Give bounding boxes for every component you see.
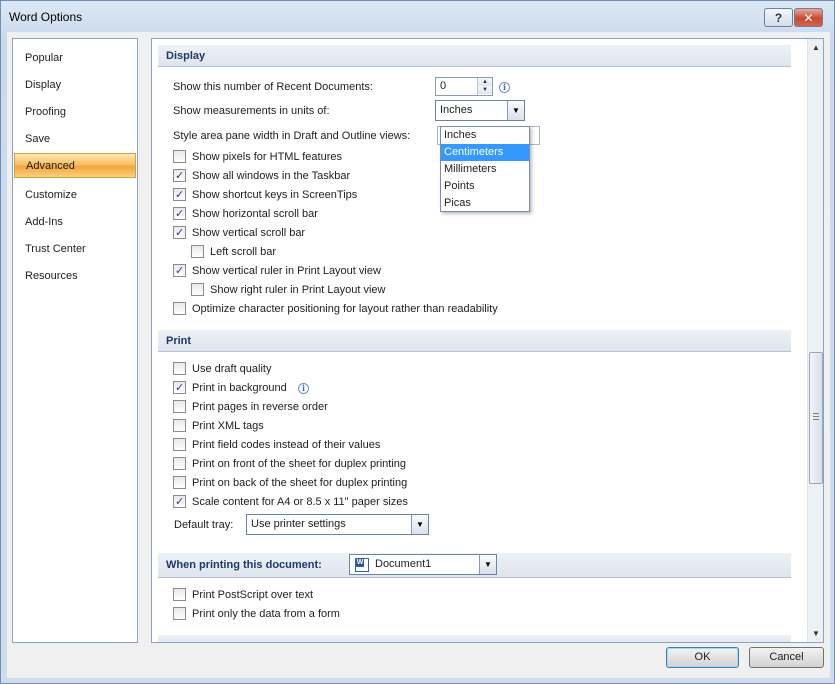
checkbox[interactable] (173, 379, 186, 397)
window-title: Word Options (9, 10, 83, 24)
close-button[interactable]: ✕ (794, 8, 823, 27)
title-bar: Word Options ? ✕ (1, 1, 834, 31)
recent-docs-spinner[interactable]: 0 ▲ ▼ (435, 77, 493, 96)
default-tray-select[interactable]: Use printer settings ▼ (246, 514, 429, 535)
info-icon: i (298, 383, 309, 394)
units-option-centimeters[interactable]: Centimeters (441, 144, 529, 161)
ok-button[interactable]: OK (666, 647, 739, 668)
nav-item-display[interactable]: Display (14, 73, 136, 98)
nav-item-add-ins[interactable]: Add-Ins (14, 210, 136, 235)
checkbox[interactable] (191, 283, 204, 296)
checkbox-label: Print in background (192, 382, 287, 394)
checkbox-label: Print on back of the sheet for duplex pr… (192, 477, 408, 489)
chevron-down-icon[interactable]: ▼ (479, 555, 496, 574)
default-tray-label: Default tray: (174, 519, 234, 531)
checkbox-label: Print field codes instead of their value… (192, 439, 381, 451)
checkbox[interactable] (173, 224, 186, 242)
checkbox[interactable] (173, 400, 186, 413)
nav-item-proofing[interactable]: Proofing (14, 100, 136, 125)
checkbox[interactable] (173, 150, 186, 163)
units-select[interactable]: Inches ▼ (435, 100, 525, 121)
word-document-icon (355, 558, 369, 572)
checkbox-label: Print XML tags (192, 420, 264, 432)
recent-docs-value: 0 (440, 80, 447, 92)
nav-item-popular[interactable]: Popular (14, 46, 136, 71)
spin-up-icon[interactable]: ▲ (478, 78, 492, 86)
units-option-points[interactable]: Points (441, 178, 529, 195)
next-section-header-partial (158, 635, 791, 642)
display-section-header: Display (158, 45, 791, 67)
scroll-down-icon[interactable]: ▼ (808, 625, 823, 642)
document-select[interactable]: Document1 ▼ (349, 554, 497, 575)
info-icon: i (499, 82, 510, 93)
checkbox-label: Show shortcut keys in ScreenTips (192, 189, 358, 201)
checkbox[interactable] (173, 607, 186, 620)
units-option-picas[interactable]: Picas (441, 195, 529, 212)
checkbox[interactable] (173, 205, 186, 223)
checkbox[interactable] (173, 476, 186, 489)
checkbox[interactable] (173, 588, 186, 601)
advanced-options-panel: Display Show this number of Recent Docum… (151, 38, 824, 643)
nav-item-resources[interactable]: Resources (14, 264, 136, 289)
checkbox[interactable] (173, 493, 186, 511)
when-printing-label: When printing this document: (166, 559, 322, 571)
chevron-down-icon[interactable]: ▼ (507, 101, 524, 120)
checkbox[interactable] (173, 419, 186, 432)
units-selected-value: Inches (440, 104, 473, 116)
checkbox-label: Scale content for A4 or 8.5 x 11" paper … (192, 496, 408, 508)
checkbox-label: Print PostScript over text (192, 589, 314, 601)
nav-item-advanced[interactable]: Advanced (14, 153, 136, 178)
checkbox[interactable] (173, 186, 186, 204)
checkbox-label: Print on front of the sheet for duplex p… (192, 458, 407, 470)
recent-docs-label: Show this number of Recent Documents: (173, 81, 373, 93)
scrollbar-thumb[interactable] (809, 352, 823, 484)
checkbox-label: Print pages in reverse order (192, 401, 328, 413)
spin-down-icon[interactable]: ▼ (478, 86, 492, 94)
document-value: Document1 (375, 558, 432, 570)
units-label: Show measurements in units of: (173, 105, 330, 117)
spin-arrows[interactable]: ▲ ▼ (477, 78, 492, 95)
units-option-millimeters[interactable]: Millimeters (441, 161, 529, 178)
checkbox-label: Show right ruler in Print Layout view (210, 284, 386, 296)
checkbox-label: Show vertical scroll bar (192, 227, 306, 239)
style-area-label: Style area pane width in Draft and Outli… (173, 130, 411, 142)
checkbox-label: Use draft quality (192, 363, 272, 375)
chevron-down-icon[interactable]: ▼ (411, 515, 428, 534)
checkbox[interactable] (191, 245, 204, 258)
nav-item-customize[interactable]: Customize (14, 183, 136, 208)
default-tray-value: Use printer settings (251, 518, 346, 530)
vertical-scrollbar[interactable]: ▲ ▼ (807, 39, 823, 642)
checkbox[interactable] (173, 167, 186, 185)
print-section-header: Print (158, 330, 791, 352)
checkbox-label: Print only the data from a form (192, 608, 340, 620)
nav-item-trust-center[interactable]: Trust Center (14, 237, 136, 262)
nav-item-save[interactable]: Save (14, 127, 136, 152)
checkbox-label: Show horizontal scroll bar (192, 208, 318, 220)
grip-icon (813, 413, 819, 420)
checkbox-label: Show all windows in the Taskbar (192, 170, 351, 182)
checkbox[interactable] (173, 362, 186, 375)
dialog-body: Popular Display Proofing Save Advanced C… (7, 32, 830, 678)
cancel-button[interactable]: Cancel (749, 647, 824, 668)
units-option-inches[interactable]: Inches (441, 127, 529, 144)
checkbox[interactable] (173, 438, 186, 451)
help-button[interactable]: ? (764, 8, 793, 27)
units-dropdown-list: Inches Centimeters Millimeters Points Pi… (440, 126, 530, 212)
checkbox-label: Show vertical ruler in Print Layout view (192, 265, 381, 277)
checkbox[interactable] (173, 457, 186, 470)
options-nav: Popular Display Proofing Save Advanced C… (12, 38, 138, 643)
checkbox-label: Left scroll bar (210, 246, 277, 258)
checkbox-label: Optimize character positioning for layou… (192, 303, 498, 315)
word-options-window: Word Options ? ✕ Popular Display Proofin… (0, 0, 835, 684)
checkbox[interactable] (173, 302, 186, 315)
checkbox-label: Show pixels for HTML features (192, 151, 342, 163)
scroll-up-icon[interactable]: ▲ (808, 39, 823, 56)
checkbox[interactable] (173, 262, 186, 280)
